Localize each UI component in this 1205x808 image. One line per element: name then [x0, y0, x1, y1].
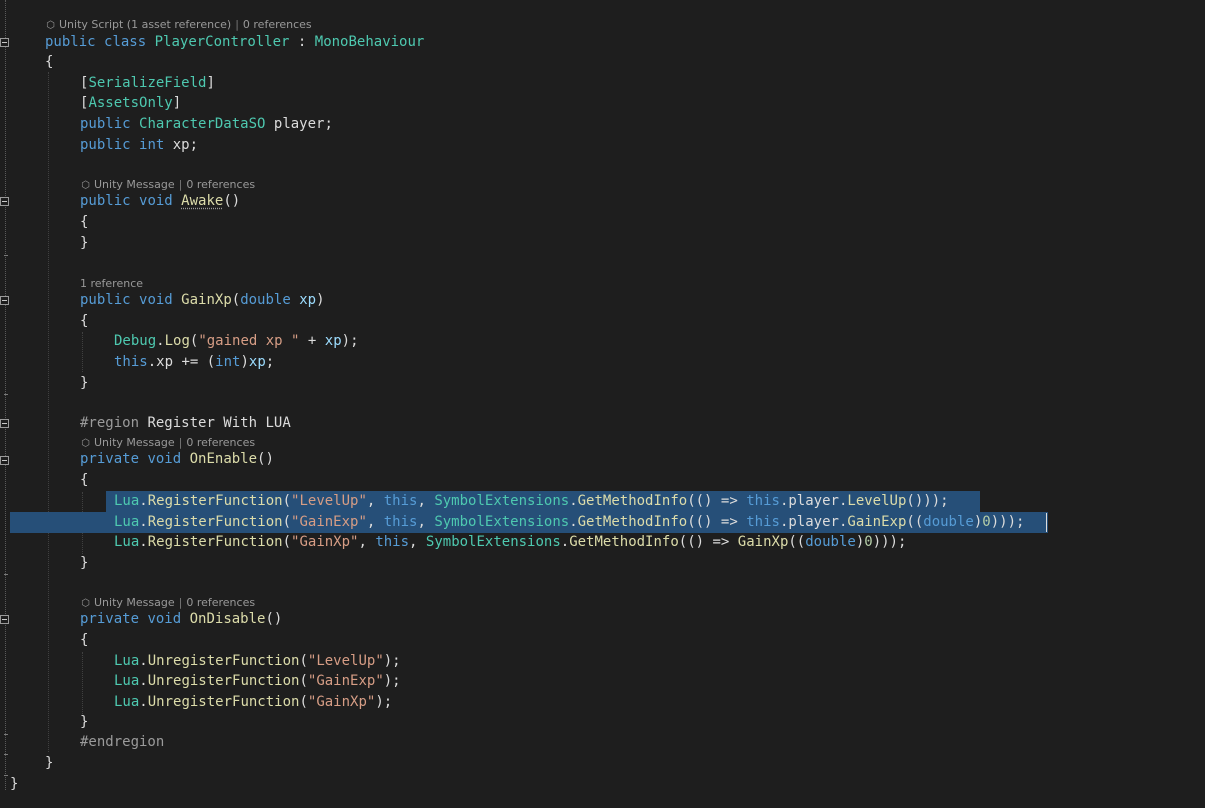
collapse-region-icon[interactable]	[0, 419, 9, 428]
codelens-class[interactable]: ⬡ Unity Script (1 asset reference) | 0 refe…	[45, 17, 312, 33]
fold-end-marker	[4, 754, 8, 755]
code-line[interactable]: Debug.Log("gained xp " + xp);	[114, 331, 359, 352]
code-line[interactable]: public int xp;	[80, 135, 198, 156]
indent-guide	[48, 72, 49, 752]
fold-end-marker	[4, 734, 8, 735]
fold-end-marker	[4, 255, 8, 256]
gutter-outline-line	[5, 0, 6, 790]
code-line[interactable]: }	[80, 373, 88, 394]
collapse-class-icon[interactable]	[0, 38, 9, 47]
code-line[interactable]: private void OnEnable()	[80, 449, 274, 470]
code-line[interactable]: {	[80, 311, 88, 332]
code-line[interactable]: Lua.RegisterFunction("GainExp", this, Sy…	[114, 512, 1024, 533]
codelens-references[interactable]: 0 references	[186, 436, 255, 449]
code-line[interactable]: private void OnDisable()	[80, 609, 282, 630]
code-line[interactable]: public class PlayerController : MonoBeha…	[45, 32, 424, 53]
code-line[interactable]: public CharacterDataSO player;	[80, 114, 333, 135]
code-line[interactable]: Lua.UnregisterFunction("GainXp");	[114, 692, 392, 713]
codelens-references[interactable]: 0 references	[186, 596, 255, 609]
fold-end-marker	[4, 574, 8, 575]
code-line[interactable]: Lua.RegisterFunction("LevelUp", this, Sy…	[114, 491, 949, 512]
collapse-gainxp-icon[interactable]	[0, 296, 9, 305]
code-line[interactable]: }	[80, 553, 88, 574]
text-caret	[1046, 513, 1047, 532]
code-line[interactable]: this.xp += (int)xp;	[114, 352, 274, 373]
fold-end-marker	[4, 775, 8, 776]
indent-guide	[82, 332, 83, 372]
collapse-awake-icon[interactable]	[0, 197, 9, 206]
code-line[interactable]: {	[80, 212, 88, 233]
collapse-ondisable-icon[interactable]	[0, 615, 9, 624]
codelens-references[interactable]: 0 references	[243, 18, 312, 31]
code-line[interactable]: }	[45, 753, 53, 774]
codelens-asset-reference[interactable]: Unity Script (1 asset reference)	[59, 18, 231, 31]
codelens-references[interactable]: 1 reference	[80, 277, 143, 290]
code-line[interactable]: Lua.RegisterFunction("GainXp", this, Sym…	[114, 532, 906, 553]
codelens-unity-message[interactable]: Unity Message	[94, 596, 175, 609]
code-line[interactable]: #endregion	[80, 732, 164, 753]
codelens-references[interactable]: 0 references	[186, 178, 255, 191]
indent-guide	[82, 652, 83, 714]
code-editor[interactable]: ⬡ Unity Script (1 asset reference) | 0 refe…	[0, 0, 1205, 808]
code-line[interactable]: }	[10, 774, 18, 795]
fold-end-marker	[4, 394, 8, 395]
code-line[interactable]: [SerializeField]	[80, 73, 215, 94]
code-line[interactable]: [AssetsOnly]	[80, 93, 181, 114]
code-line[interactable]: Lua.UnregisterFunction("LevelUp");	[114, 651, 401, 672]
code-line[interactable]: Lua.UnregisterFunction("GainExp");	[114, 671, 401, 692]
code-line[interactable]: {	[45, 52, 53, 73]
code-line[interactable]: {	[80, 630, 88, 651]
code-line[interactable]: }	[80, 712, 88, 733]
code-line[interactable]: public void GainXp(double xp)	[80, 290, 325, 311]
code-line[interactable]: }	[80, 233, 88, 254]
codelens-unity-message[interactable]: Unity Message	[94, 178, 175, 191]
code-line[interactable]: {	[80, 470, 88, 491]
code-line[interactable]: #region Register With LUA	[80, 413, 291, 434]
codelens-unity-message[interactable]: Unity Message	[94, 436, 175, 449]
code-line[interactable]: public void Awake()	[80, 191, 240, 212]
collapse-onenable-icon[interactable]	[0, 456, 9, 465]
